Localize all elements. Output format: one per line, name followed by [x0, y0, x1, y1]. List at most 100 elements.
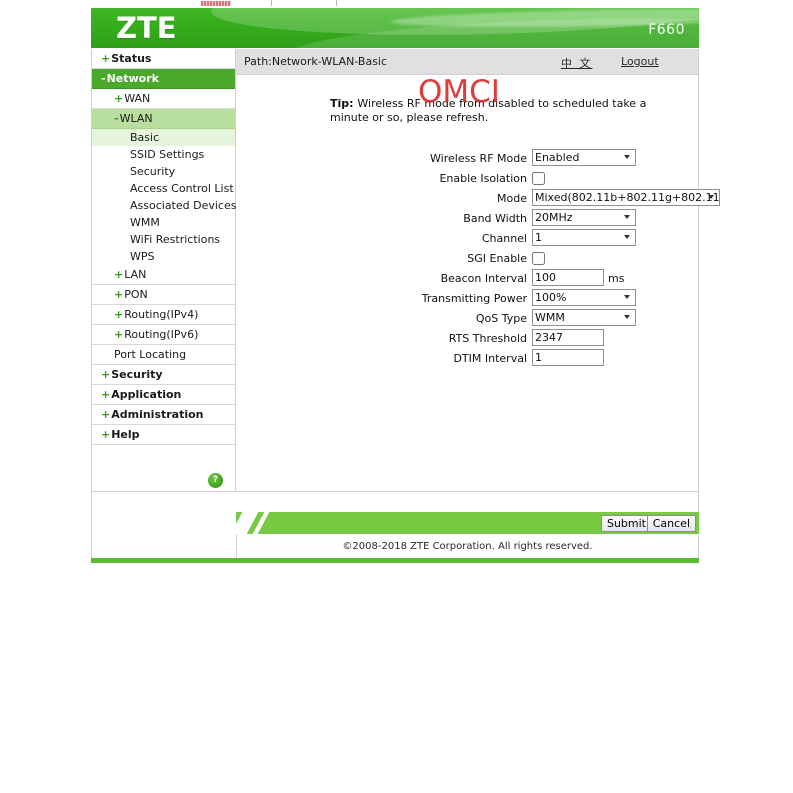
- submit-button[interactable]: Submit: [600, 515, 652, 532]
- sidebar-item-port-locating[interactable]: Port Locating: [92, 345, 235, 365]
- sidebar-item-label: PON: [124, 288, 148, 301]
- top-tick-mark: [271, 0, 272, 6]
- sidebar-item-routing-ipv4[interactable]: +Routing(IPv4): [92, 305, 235, 325]
- expand-icon: +: [114, 92, 124, 105]
- select-wrap-mode: Mixed(802.11b+802.11g+802.11n: [532, 189, 720, 206]
- sidebar-item-wan[interactable]: +WAN: [92, 89, 235, 109]
- logout-link[interactable]: Logout: [621, 55, 659, 68]
- select-wrap-qos-type: WMM: [532, 309, 636, 326]
- cancel-button[interactable]: Cancel: [646, 515, 696, 532]
- form-row-qos-type: QoS Type WMM: [236, 309, 699, 329]
- tip-text: Wireless RF mode from disabled to schedu…: [330, 97, 647, 124]
- label-transmitting-power: Transmitting Power: [421, 292, 527, 305]
- form-row-dtim-interval: DTIM Interval: [236, 349, 699, 369]
- sidebar-item-wps[interactable]: WPS: [92, 248, 235, 265]
- sidebar-item-label: Port Locating: [114, 348, 187, 361]
- collapse-icon: -: [101, 72, 106, 85]
- footer-action-bar: Submit Cancel: [236, 512, 699, 534]
- sidebar-menu-list: +Status -Network +WAN -WLAN Basic SSID Settin…: [92, 49, 237, 445]
- label-beacon-interval: Beacon Interval: [440, 272, 527, 285]
- sidebar-item-administration[interactable]: +Administration: [92, 405, 235, 425]
- sidebar-item-associated-devices[interactable]: Associated Devices: [92, 197, 237, 214]
- input-beacon-interval[interactable]: [532, 269, 604, 286]
- control-wrap-beacon-interval: [532, 269, 604, 286]
- select-channel[interactable]: 1: [532, 229, 636, 246]
- sidebar-item-label: Administration: [111, 408, 204, 421]
- sidebar-item-label: Routing(IPv4): [124, 308, 199, 321]
- sidebar-item-ssid-settings[interactable]: SSID Settings: [92, 146, 235, 163]
- label-qos-type: QoS Type: [475, 312, 527, 325]
- sidebar-item-status[interactable]: +Status: [92, 49, 235, 69]
- sidebar-item-label: Network: [106, 72, 159, 85]
- sidebar-item-label: WPS: [130, 250, 155, 263]
- control-wrap-dtim-interval: [532, 349, 604, 366]
- zte-logo: ZTE: [116, 11, 177, 45]
- sidebar-navigation: +Status -Network +WAN -WLAN Basic SSID Settin…: [91, 49, 236, 492]
- checkbox-enable-isolation[interactable]: [532, 172, 545, 185]
- footer-left-fill: [91, 492, 237, 558]
- sidebar-item-wmm[interactable]: WMM: [92, 214, 235, 231]
- select-wrap-transmitting-power: 100%: [532, 289, 636, 306]
- sidebar-item-label: LAN: [124, 268, 147, 281]
- control-wrap-wireless-rf-mode: Enabled: [532, 149, 636, 166]
- sidebar-item-pon[interactable]: +PON: [92, 285, 235, 305]
- sidebar-item-label: Routing(IPv6): [124, 328, 199, 341]
- sidebar-item-label: Security: [111, 368, 163, 381]
- wlan-basic-form: Wireless RF Mode Enabled Enable Isolation M…: [236, 149, 720, 369]
- select-mode[interactable]: Mixed(802.11b+802.11g+802.11n: [532, 189, 720, 206]
- form-row-channel: Channel 1: [236, 229, 699, 249]
- sidebar-item-basic[interactable]: Basic: [92, 129, 235, 146]
- sidebar-footer-area: ?: [92, 445, 235, 495]
- input-rts-threshold[interactable]: [532, 329, 604, 346]
- sidebar-item-routing-ipv6[interactable]: +Routing(IPv6): [92, 325, 235, 345]
- expand-icon: +: [101, 368, 111, 381]
- input-dtim-interval[interactable]: [532, 349, 604, 366]
- checkbox-sgi-enable[interactable]: [532, 252, 545, 265]
- sidebar-item-label: SSID Settings: [130, 148, 205, 161]
- label-sgi-enable: SGI Enable: [467, 252, 527, 265]
- language-switch-link[interactable]: 中 文: [561, 55, 593, 71]
- sidebar-item-label: Security: [130, 165, 176, 178]
- footer-bottom-rule: [91, 558, 699, 563]
- select-wireless-rf-mode[interactable]: Enabled: [532, 149, 636, 166]
- sidebar-item-network[interactable]: -Network: [92, 69, 235, 89]
- expand-icon: +: [114, 288, 124, 301]
- control-wrap-rts-threshold: [532, 329, 604, 346]
- sidebar-item-label: WiFi Restrictions: [130, 233, 221, 246]
- sidebar-item-lan[interactable]: +LAN: [92, 265, 235, 285]
- router-admin-page: ZTE F660 +Status -Network +WAN -WLAN Basic SS…: [91, 0, 720, 570]
- sidebar-item-label: WAN: [124, 92, 151, 105]
- sidebar-item-label: Application: [111, 388, 182, 401]
- select-transmitting-power[interactable]: 100%: [532, 289, 636, 306]
- expand-icon: +: [114, 268, 124, 281]
- sidebar-item-label: WLAN: [119, 112, 153, 125]
- expand-icon: +: [101, 52, 111, 65]
- breadcrumb: Path:Network-WLAN-Basic: [244, 55, 388, 68]
- sidebar-item-access-control-list[interactable]: Access Control List: [92, 180, 235, 197]
- label-dtim-interval: DTIM Interval: [453, 352, 527, 365]
- expand-icon: +: [101, 388, 111, 401]
- control-wrap-transmitting-power: 100%: [532, 289, 636, 306]
- sidebar-item-wlan[interactable]: -WLAN: [92, 109, 235, 129]
- control-wrap-channel: 1: [532, 229, 636, 246]
- form-row-wireless-rf-mode: Wireless RF Mode Enabled: [236, 149, 699, 169]
- select-band-width[interactable]: 20MHz: [532, 209, 636, 226]
- content-pane: Path:Network-WLAN-Basic 中 文 Logout Tip: …: [236, 49, 720, 492]
- sidebar-item-label: Status: [111, 52, 152, 65]
- help-icon[interactable]: ?: [208, 473, 223, 488]
- sidebar-item-wifi-restrictions[interactable]: WiFi Restrictions: [92, 231, 235, 248]
- form-row-sgi-enable: SGI Enable: [236, 249, 699, 269]
- path-bar: Path:Network-WLAN-Basic 中 文 Logout: [236, 49, 698, 75]
- select-wrap-wireless-rf-mode: Enabled: [532, 149, 636, 166]
- sidebar-item-label: Associated Devices: [130, 199, 237, 212]
- sidebar-item-application[interactable]: +Application: [92, 385, 235, 405]
- sidebar-item-label: WMM: [130, 216, 160, 229]
- label-channel: Channel: [481, 232, 527, 245]
- select-qos-type[interactable]: WMM: [532, 309, 636, 326]
- collapse-icon: -: [114, 112, 119, 125]
- sidebar-item-security[interactable]: +Security: [92, 365, 235, 385]
- page-footer: Submit Cancel ©2008-2018 ZTE Corporation…: [91, 492, 699, 570]
- sidebar-item-security[interactable]: Security: [92, 163, 235, 180]
- expand-icon: +: [101, 428, 111, 441]
- sidebar-item-help[interactable]: +Help: [92, 425, 235, 445]
